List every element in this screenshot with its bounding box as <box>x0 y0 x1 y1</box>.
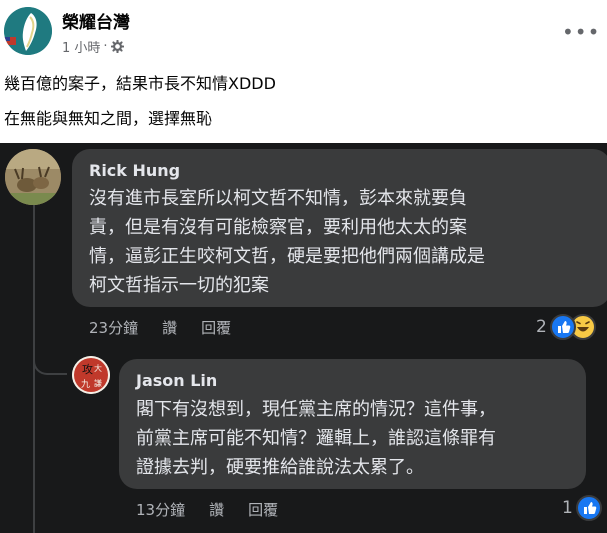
reply-line: 前黨主席可能不知情？邏輯上，誰認這條罪有 <box>136 428 496 449</box>
more-options-icon[interactable]: ••• <box>562 20 600 44</box>
reply-avatar[interactable]: 攻 大 九 謙 <box>72 356 110 394</box>
comment-line: 情，逼彭正生咬柯文哲，硬是要把他們兩個講成是 <box>89 246 485 267</box>
avatar-char: 大 <box>94 363 102 373</box>
avatar-char: 攻 <box>82 362 93 376</box>
reply-button[interactable]: 回覆 <box>201 317 231 338</box>
reaction-summary[interactable]: 2 <box>536 314 596 340</box>
like-button[interactable]: 讚 <box>209 499 224 520</box>
like-reaction-icon <box>575 495 602 521</box>
post-text-line-1: 幾百億的案子，結果市長不知情XDDD <box>4 74 276 93</box>
reply-line: 閣下有沒想到，現任黨主席的情況？這件事， <box>136 399 496 420</box>
reply-bubble: Jason Lin 閣下有沒想到，現任黨主席的情況？這件事， 前黨主席可能不知情… <box>119 359 586 489</box>
reply-line: 證據去判，硬要推給誰說法太累了。 <box>136 457 424 478</box>
reply-button[interactable]: 回覆 <box>248 499 278 520</box>
like-reaction-icon <box>549 314 576 340</box>
comment-body: 沒有進市長室所以柯文哲不知情，彭本來就要負 責，但是有沒有可能檢察官，要利用他太… <box>89 184 485 300</box>
page-name[interactable]: 榮耀台灣 <box>62 8 130 33</box>
post-time[interactable]: 1 小時 <box>62 37 100 56</box>
reply-body: 閣下有沒想到，現任黨主席的情況？這件事， 前黨主席可能不知情？邏輯上，誰認這條罪… <box>136 395 496 482</box>
post-card: 榮耀台灣 1 小時 · ••• 幾百億的案子，結果市長不知情XDDD 在無能與無… <box>0 0 607 143</box>
reply-reaction-summary[interactable]: 1 <box>562 495 602 521</box>
avatar-char: 謙 <box>94 378 102 388</box>
comment-author[interactable]: Rick Hung <box>89 161 180 180</box>
comments-section: Rick Hung 沒有進市長室所以柯文哲不知情，彭本來就要負 責，但是有沒有可… <box>0 143 607 533</box>
commenter-avatar[interactable] <box>5 149 61 205</box>
comment-line: 沒有進市長室所以柯文哲不知情，彭本來就要負 <box>89 188 467 209</box>
comment-time[interactable]: 23分鐘 <box>89 317 138 338</box>
meta-separator: · <box>103 39 108 54</box>
post-text-line-2: 在無能與無知之間，選擇無恥 <box>4 109 213 128</box>
comment-line: 責，但是有沒有可能檢察官，要利用他太太的案 <box>89 217 467 238</box>
like-button[interactable]: 讚 <box>162 317 177 338</box>
reaction-count: 2 <box>536 317 547 337</box>
post-meta: 1 小時 · <box>62 37 124 56</box>
reply-actions: 13分鐘 讚 回覆 <box>136 499 278 520</box>
gear-icon <box>110 40 124 53</box>
reply-author[interactable]: Jason Lin <box>136 371 217 390</box>
comment-bubble: Rick Hung 沒有進市長室所以柯文哲不知情，彭本來就要負 責，但是有沒有可… <box>72 149 607 307</box>
page-avatar[interactable] <box>4 7 52 55</box>
reply-connector <box>33 323 67 375</box>
comment-actions: 23分鐘 讚 回覆 <box>89 317 231 338</box>
deer-photo-icon <box>5 149 61 205</box>
comment-line: 柯文哲指示一切的犯案 <box>89 275 269 296</box>
reply-time[interactable]: 13分鐘 <box>136 499 185 520</box>
avatar-char: 九 <box>81 379 90 390</box>
reaction-count: 1 <box>562 498 573 518</box>
taiwan-map-icon <box>4 7 52 55</box>
